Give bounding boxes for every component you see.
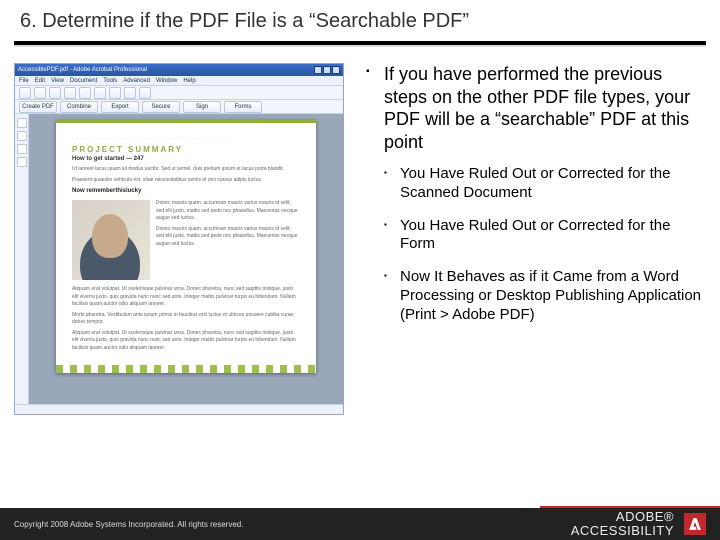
tool-button: Create PDF xyxy=(19,101,57,113)
document-area: . . . . . . . . . . . . . . . . . . . . … xyxy=(15,114,343,404)
menu-item: File xyxy=(19,78,29,84)
window-title: AccessiblePDF.pdf - Adobe Acrobat Profes… xyxy=(18,67,147,73)
page-canvas: . . . . . . . . . . . . . . . . . . . . … xyxy=(29,114,343,404)
tool-icon xyxy=(79,87,91,99)
bullet-text: You Have Ruled Out or Corrected for the … xyxy=(400,217,706,255)
bullet-l2-item: You Have Ruled Out or Corrected for the … xyxy=(384,217,706,255)
tool-button: Export xyxy=(101,101,139,113)
content-column: If you have performed the previous steps… xyxy=(354,63,706,508)
bullet-text: You Have Ruled Out or Corrected for the … xyxy=(400,165,706,203)
doc-label: PROJECT SUMMARY xyxy=(72,145,300,154)
doc-paragraph: Aliquam erat volutpat. Ut scelerisque pu… xyxy=(72,330,300,353)
menu-item: Document xyxy=(70,78,97,84)
menu-item: View xyxy=(51,78,64,84)
tool-button: Forms xyxy=(224,101,262,113)
brand-line1: ADOBE® xyxy=(571,510,674,524)
slide: 6. Determine if the PDF File is a “Searc… xyxy=(0,0,720,540)
tool-icon xyxy=(49,87,61,99)
brand-line2: ACCESSIBILITY xyxy=(571,524,674,538)
window-titlebar: AccessiblePDF.pdf - Adobe Acrobat Profes… xyxy=(15,64,343,76)
doc-subtitle: How to get started — 247 xyxy=(72,156,300,162)
tool-icon xyxy=(94,87,106,99)
tool-icon xyxy=(124,87,136,99)
doc-headshot xyxy=(72,200,150,280)
nav-icon xyxy=(17,118,27,128)
tool-button: Sign xyxy=(183,101,221,113)
tool-icon xyxy=(109,87,121,99)
nav-icon xyxy=(17,157,27,167)
menu-item: Help xyxy=(183,78,195,84)
menu-item: Edit xyxy=(35,78,45,84)
bullet-l2-item: You Have Ruled Out or Corrected for the … xyxy=(384,165,706,203)
nav-icon xyxy=(17,144,27,154)
toolbar-row-2: Create PDF Combine Export Secure Sign Fo… xyxy=(15,100,343,114)
header-dots: . . . . . . . . . . . . . . . . . . . . … xyxy=(72,135,300,141)
doc-image-row: Donec mauris quam, accumsan mauris variu… xyxy=(72,200,300,280)
tool-icon xyxy=(19,87,31,99)
tool-icon xyxy=(64,87,76,99)
doc-paragraph: Donec mauris quam, accumsan mauris variu… xyxy=(156,200,300,223)
acrobat-screenshot: AccessiblePDF.pdf - Adobe Acrobat Profes… xyxy=(14,63,344,415)
bullet-list: If you have performed the previous steps… xyxy=(366,63,706,324)
bullet-l2-item: Now It Behaves as if it Came from a Word… xyxy=(384,268,706,324)
bullet-text: Now It Behaves as if it Came from a Word… xyxy=(400,268,706,324)
screenshot-column: AccessiblePDF.pdf - Adobe Acrobat Profes… xyxy=(14,63,354,508)
divider-light xyxy=(14,45,706,47)
brand-text: ADOBE® ACCESSIBILITY xyxy=(571,510,674,539)
tool-icon xyxy=(139,87,151,99)
menu-item: Advanced xyxy=(123,78,150,84)
tool-button: Combine xyxy=(60,101,98,113)
bullet-sublist: You Have Ruled Out or Corrected for the … xyxy=(384,165,706,324)
menu-item: Tools xyxy=(103,78,117,84)
doc-paragraph: Morbi pharetra. Vestibulum ante ipsum pr… xyxy=(72,312,300,327)
brand-block: ADOBE® ACCESSIBILITY xyxy=(571,510,706,539)
copyright: Copyright 2008 Adobe Systems Incorporate… xyxy=(14,520,243,529)
tool-icon xyxy=(34,87,46,99)
status-bar xyxy=(15,404,343,414)
nav-panel xyxy=(15,114,29,404)
doc-paragraph: Aliquam erat volutpat. Ut scelerisque pu… xyxy=(72,286,300,309)
footer-accent xyxy=(540,506,720,508)
doc-paragraph: Praesent quaestio vehicula est, vitae ne… xyxy=(72,177,300,185)
nav-icon xyxy=(17,131,27,141)
toolbar-row-1 xyxy=(15,86,343,100)
tool-button: Secure xyxy=(142,101,180,113)
bullet-text: If you have performed the previous steps… xyxy=(384,63,706,153)
menubar: File Edit View Document Tools Advanced W… xyxy=(15,76,343,86)
title-band: 6. Determine if the PDF File is a “Searc… xyxy=(0,0,720,35)
doc-subhead: Now rememberthislucky xyxy=(72,188,300,194)
body-row: AccessiblePDF.pdf - Adobe Acrobat Profes… xyxy=(0,57,720,508)
doc-paragraph: Donec mauris quam, accumsan mauris variu… xyxy=(156,226,300,249)
slide-title: 6. Determine if the PDF File is a “Searc… xyxy=(20,10,700,33)
doc-paragraph: Ut laoreet lacus quam sit modus auctor. … xyxy=(72,166,300,174)
slide-footer: Copyright 2008 Adobe Systems Incorporate… xyxy=(0,508,720,540)
pdf-page: . . . . . . . . . . . . . . . . . . . . … xyxy=(56,120,316,373)
doc-footer-pattern xyxy=(56,365,316,373)
window-buttons xyxy=(314,66,340,74)
adobe-logo-icon xyxy=(684,513,706,535)
menu-item: Window xyxy=(156,78,177,84)
bullet-l1-item: If you have performed the previous steps… xyxy=(366,63,706,324)
